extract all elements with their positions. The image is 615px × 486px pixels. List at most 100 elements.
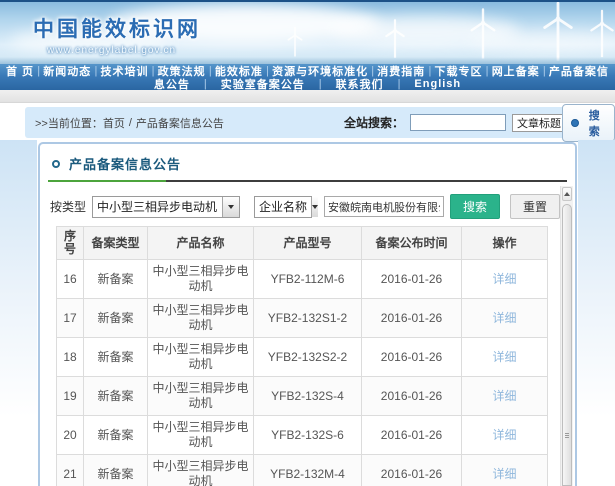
cell-name: 中小型三相异步电动机 bbox=[148, 260, 254, 299]
cell-no: 18 bbox=[57, 338, 84, 377]
site-title: 中国能效标识网 bbox=[33, 13, 201, 43]
cell-name: 中小型三相异步电动机 bbox=[148, 416, 254, 455]
detail-link[interactable]: 详细 bbox=[492, 311, 516, 325]
cell-date: 2016-01-26 bbox=[362, 377, 462, 416]
cell-model: YFB2-132M-4 bbox=[254, 455, 362, 486]
cell-action: 详细 bbox=[462, 260, 548, 299]
detail-link[interactable]: 详细 bbox=[492, 350, 516, 364]
cell-name: 中小型三相异步电动机 bbox=[148, 338, 254, 377]
breadcrumb-current: 产品备案信息公告 bbox=[136, 115, 224, 131]
detail-link[interactable]: 详细 bbox=[492, 272, 516, 286]
nav-row-2: 息公告|实验室备案公告|联系我们|English bbox=[0, 77, 615, 90]
nav-item[interactable]: English bbox=[414, 78, 461, 90]
site-search-input[interactable] bbox=[410, 114, 506, 131]
site-search-button[interactable]: 搜 索 bbox=[562, 104, 615, 142]
chevron-down-icon[interactable] bbox=[222, 197, 239, 217]
sub-nav-strip bbox=[0, 90, 615, 103]
nav-separator: | bbox=[319, 78, 322, 90]
cell-type: 新备案 bbox=[84, 377, 148, 416]
cell-action: 详细 bbox=[462, 338, 548, 377]
circle-bullet-icon bbox=[52, 160, 60, 168]
cell-type: 新备案 bbox=[84, 455, 148, 486]
main-navigation: 首 页|新闻动态|技术培训|政策法规|能效标准|资源与环境标准化|消费指南|下载… bbox=[0, 64, 615, 90]
site-logo[interactable]: 中国能效标识网 www.energylabel.gov.cn bbox=[33, 13, 201, 56]
table-row: 21新备案中小型三相异步电动机YFB2-132M-42016-01-26详细 bbox=[57, 455, 548, 486]
breadcrumb-home-link[interactable]: 首页 bbox=[103, 115, 125, 131]
cell-no: 21 bbox=[57, 455, 84, 486]
column-header: 操作 bbox=[462, 227, 548, 260]
cell-name: 中小型三相异步电动机 bbox=[148, 377, 254, 416]
table-row: 17新备案中小型三相异步电动机YFB2-132S1-22016-01-26详细 bbox=[57, 299, 548, 338]
type-select-value: 中小型三相异步电动机 bbox=[93, 197, 222, 217]
column-header: 产品名称 bbox=[148, 227, 254, 260]
cell-type: 新备案 bbox=[84, 260, 148, 299]
cell-name: 中小型三相异步电动机 bbox=[148, 455, 254, 486]
filter-search-button[interactable]: 搜索 bbox=[450, 194, 500, 219]
column-header: 备案公布时间 bbox=[362, 227, 462, 260]
cell-date: 2016-01-26 bbox=[362, 299, 462, 338]
wind-turbine-icon bbox=[538, 0, 578, 64]
detail-link[interactable]: 详细 bbox=[492, 467, 516, 481]
left-edge-fade bbox=[0, 140, 37, 486]
cell-type: 新备案 bbox=[84, 338, 148, 377]
wind-turbine-icon bbox=[586, 8, 615, 60]
breadcrumb-bar: >>当前位置： 首页 / 产品备案信息公告 全站搜索： 文章标题 bbox=[25, 107, 591, 138]
site-search-button-label: 搜 索 bbox=[583, 107, 606, 139]
chevron-down-icon[interactable] bbox=[311, 197, 318, 217]
nav-item[interactable]: 产品备案信 bbox=[549, 63, 609, 79]
report-frame: 按类型 中小型三相异步电动机 企业名称 搜索 重置 bbox=[42, 186, 573, 486]
nav-item[interactable]: 技术培训 bbox=[100, 63, 148, 79]
cell-type: 新备案 bbox=[84, 299, 148, 338]
content-panel: 产品备案信息公告 按类型 中小型三相异步电动机 企业名称 搜索 bbox=[38, 142, 577, 486]
detail-link[interactable]: 详细 bbox=[492, 428, 516, 442]
cell-date: 2016-01-26 bbox=[362, 416, 462, 455]
site-banner: 中国能效标识网 www.energylabel.gov.cn bbox=[0, 0, 615, 64]
site-search-label: 全站搜索： bbox=[344, 114, 404, 131]
nav-separator: | bbox=[37, 65, 40, 77]
keyword-input[interactable] bbox=[324, 196, 444, 217]
type-filter-label: 按类型 bbox=[50, 198, 86, 215]
table-row: 18新备案中小型三相异步电动机YFB2-132S2-22016-01-26详细 bbox=[57, 338, 548, 377]
bullet-icon bbox=[571, 119, 579, 127]
scrollbar-thumb[interactable] bbox=[562, 204, 572, 486]
nav-item[interactable]: 首 页 bbox=[6, 63, 34, 79]
field-select[interactable]: 企业名称 bbox=[254, 196, 312, 218]
records-table: 序号备案类型产品名称产品型号备案公布时间操作 16新备案中小型三相异步电动机YF… bbox=[56, 226, 548, 486]
filter-reset-button[interactable]: 重置 bbox=[510, 194, 560, 219]
scrollbar-grip-icon bbox=[565, 433, 569, 439]
cell-action: 详细 bbox=[462, 377, 548, 416]
section-divider bbox=[48, 180, 567, 182]
detail-link[interactable]: 详细 bbox=[492, 389, 516, 403]
site-search-group: 全站搜索： 文章标题 bbox=[344, 114, 581, 132]
cell-model: YFB2-112M-6 bbox=[254, 260, 362, 299]
nav-separator: | bbox=[428, 65, 431, 77]
cell-no: 20 bbox=[57, 416, 84, 455]
right-edge-fade bbox=[578, 140, 615, 486]
wind-turbine-icon bbox=[285, 26, 305, 58]
vertical-scrollbar[interactable] bbox=[560, 186, 573, 486]
nav-separator: | bbox=[94, 65, 97, 77]
nav-item[interactable]: 网上备案 bbox=[492, 63, 540, 79]
scroll-up-button[interactable] bbox=[562, 187, 572, 201]
column-header: 备案类型 bbox=[84, 227, 148, 260]
type-select[interactable]: 中小型三相异步电动机 bbox=[92, 196, 240, 218]
table-header-row: 序号备案类型产品名称产品型号备案公布时间操作 bbox=[57, 227, 548, 260]
top-border-line bbox=[0, 0, 615, 2]
section-header: 产品备案信息公告 bbox=[40, 144, 575, 173]
column-header: 产品型号 bbox=[254, 227, 362, 260]
cell-model: YFB2-132S-6 bbox=[254, 416, 362, 455]
field-select-value: 企业名称 bbox=[255, 197, 311, 217]
nav-item[interactable]: 消费指南 bbox=[377, 63, 425, 79]
cell-date: 2016-01-26 bbox=[362, 260, 462, 299]
cell-action: 详细 bbox=[462, 416, 548, 455]
cell-name: 中小型三相异步电动机 bbox=[148, 299, 254, 338]
wind-turbine-icon bbox=[382, 18, 408, 60]
nav-item[interactable]: 新闻动态 bbox=[43, 63, 91, 79]
search-category-value: 文章标题 bbox=[513, 115, 565, 131]
section-title: 产品备案信息公告 bbox=[69, 154, 181, 173]
nav-item[interactable]: 下载专区 bbox=[434, 63, 482, 79]
page: 中国能效标识网 www.energylabel.gov.cn 首 页|新闻动态|… bbox=[0, 0, 615, 486]
report-content: 按类型 中小型三相异步电动机 企业名称 搜索 重置 bbox=[42, 186, 560, 486]
cell-action: 详细 bbox=[462, 299, 548, 338]
cell-model: YFB2-132S2-2 bbox=[254, 338, 362, 377]
